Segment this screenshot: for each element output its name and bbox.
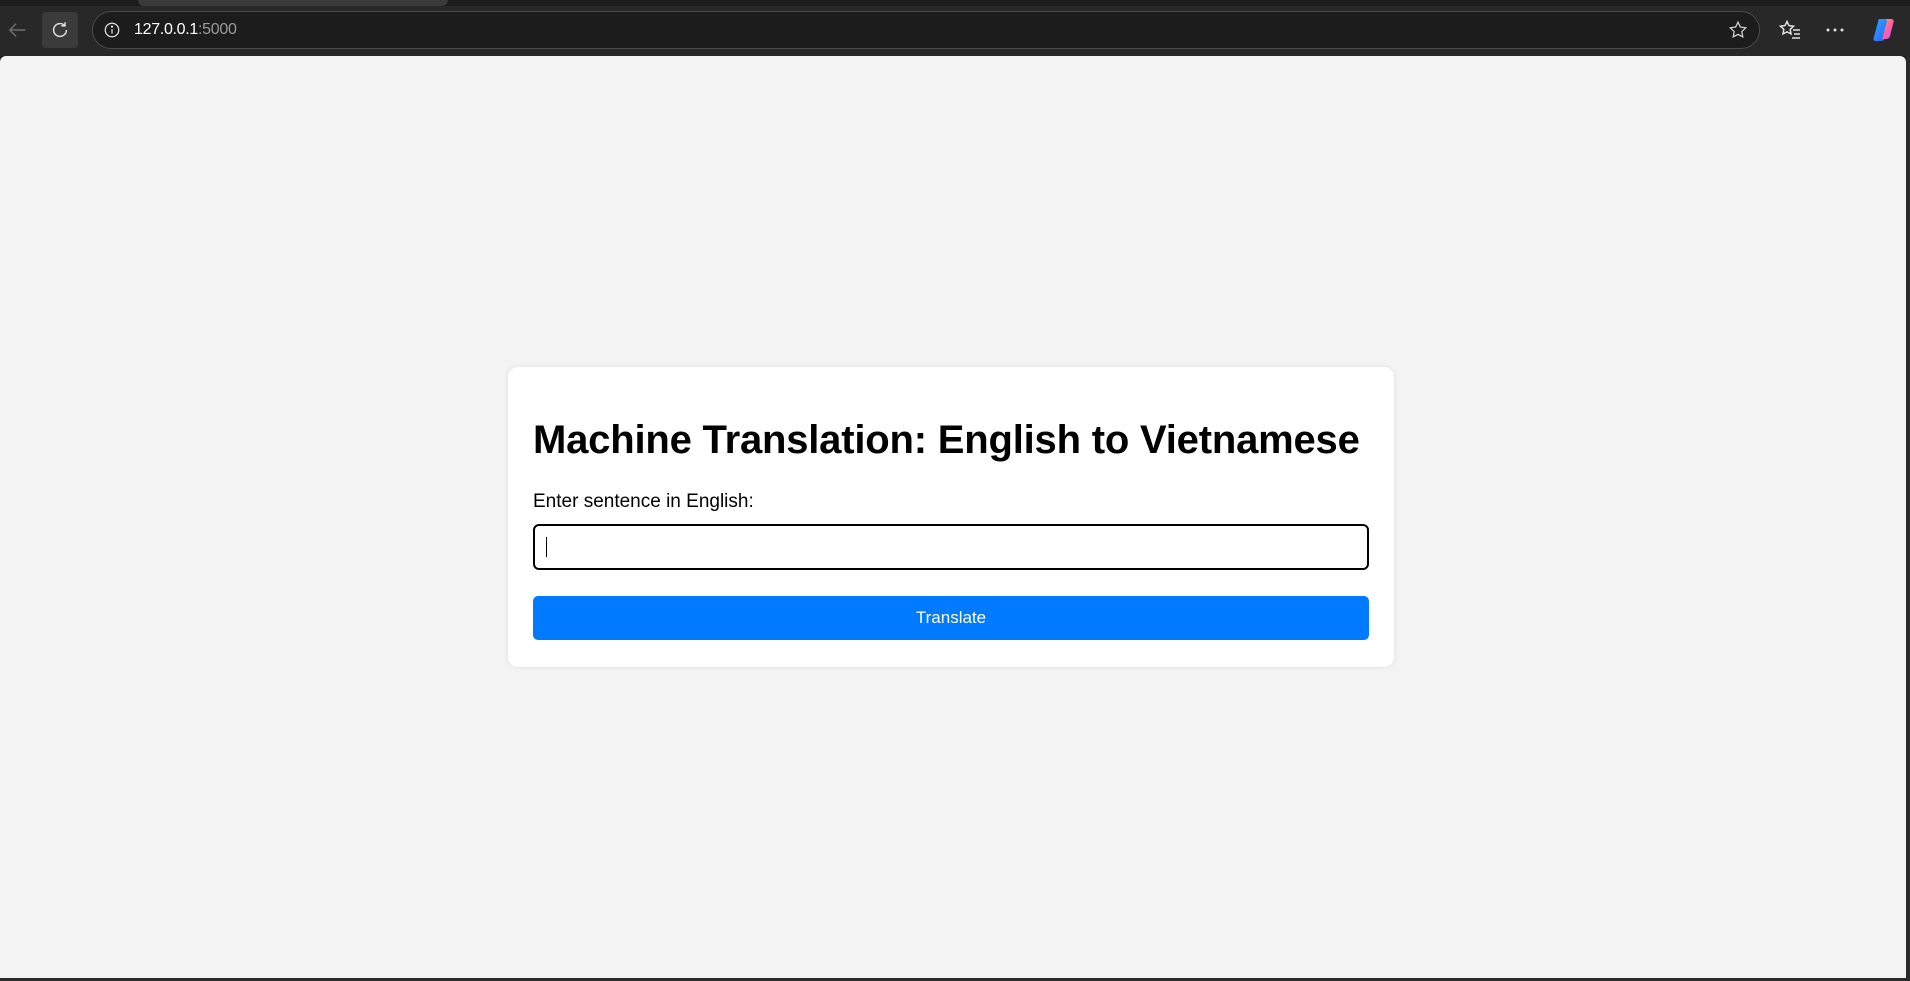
reload-icon <box>52 22 68 38</box>
text-caret <box>546 537 547 557</box>
window-edge <box>1906 56 1910 981</box>
reload-button[interactable] <box>42 12 78 48</box>
translation-card: Machine Translation: English to Vietname… <box>508 367 1394 667</box>
address-bar[interactable]: 127.0.0.1:5000 <box>92 11 1760 49</box>
page-viewport: Machine Translation: English to Vietname… <box>0 56 1906 978</box>
back-button[interactable] <box>0 12 36 48</box>
favorites-button[interactable] <box>1774 14 1806 46</box>
info-icon[interactable] <box>102 20 122 40</box>
translate-button[interactable]: Translate <box>533 596 1369 640</box>
page-title: Machine Translation: English to Vietname… <box>533 418 1360 462</box>
sentence-input[interactable] <box>533 524 1369 570</box>
star-icon[interactable] <box>1727 19 1749 41</box>
url-host: 127.0.0.1 <box>134 21 199 38</box>
tab-strip <box>0 0 1910 6</box>
url-port: :5000 <box>198 21 237 38</box>
url-text[interactable]: 127.0.0.1:5000 <box>134 21 237 39</box>
favorites-list-icon <box>1778 19 1800 39</box>
browser-toolbar: 127.0.0.1:5000 <box>0 0 1910 56</box>
more-dots-icon <box>1826 28 1844 32</box>
copilot-icon <box>1873 19 1894 41</box>
more-button[interactable] <box>1819 14 1851 46</box>
input-label: Enter sentence in English: <box>533 491 754 512</box>
active-tab[interactable] <box>138 0 448 6</box>
arrow-left-icon <box>8 23 26 37</box>
copilot-button[interactable] <box>1868 14 1900 46</box>
